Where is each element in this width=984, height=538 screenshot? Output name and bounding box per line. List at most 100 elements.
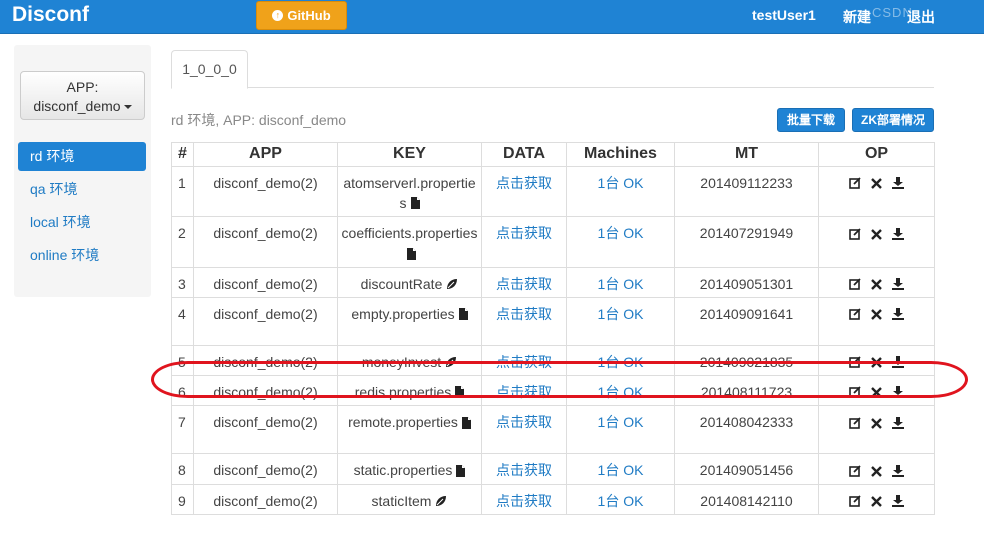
delete-icon[interactable] [871,174,882,194]
row-machines-cell: 1台 OK [566,165,675,218]
download-icon[interactable] [892,305,904,325]
arrow-up-circle-icon: ↑ [272,10,284,21]
delete-icon[interactable] [871,383,882,403]
github-button[interactable]: ↑ GitHub [256,1,347,30]
current-user[interactable]: testUser1 [752,7,816,23]
row-op-cell [818,216,935,268]
machines-link[interactable]: 1台 OK [598,354,644,370]
row-mt: 201409051456 [674,453,819,485]
fetch-data-link[interactable]: 点击获取 [496,493,552,509]
env-item-local[interactable]: local 环境 [18,208,146,237]
row-number: 4 [171,296,194,346]
fetch-data-link[interactable]: 点击获取 [496,175,552,191]
machines-link[interactable]: 1台 OK [598,384,644,400]
delete-icon[interactable] [871,353,882,373]
machines-link[interactable]: 1台 OK [598,414,644,430]
row-mt: 201408042333 [674,405,819,455]
row-number: 1 [171,165,194,218]
fetch-data-link[interactable]: 点击获取 [496,384,552,400]
edit-icon[interactable] [849,305,861,325]
table-header-row: # APP KEY DATA Machines MT OP [171,142,935,167]
table-row: 7 disconf_demo(2) remote.properties 点击获取 1台 … [171,405,935,455]
delete-icon[interactable] [871,305,882,325]
row-machines-cell: 1台 OK [566,296,675,346]
delete-icon[interactable] [871,225,882,245]
file-icon [458,305,468,325]
row-data-cell: 点击获取 [481,453,567,485]
brand-logo[interactable]: Disconf [12,3,89,27]
machines-link[interactable]: 1台 OK [598,276,644,292]
leaf-icon [445,353,457,373]
env-item-rd[interactable]: rd 环境 [18,142,146,171]
row-data-cell: 点击获取 [481,483,567,516]
row-key: discountRate [360,275,443,292]
machines-link[interactable]: 1台 OK [598,306,644,322]
edit-icon[interactable] [849,414,861,434]
row-op-cell [818,483,935,516]
github-label: GitHub [287,8,331,23]
env-item-qa[interactable]: qa 环境 [18,175,146,204]
delete-icon[interactable] [871,275,882,295]
app-dropdown[interactable]: APP: disconf_demo [20,71,145,120]
fetch-data-link[interactable]: 点击获取 [496,462,552,478]
row-key-cell: empty.properties [337,296,482,346]
row-key: coefficients.properties [341,225,478,242]
download-icon[interactable] [892,225,904,245]
edit-icon[interactable] [849,383,861,403]
row-number: 6 [171,375,194,407]
app-dropdown-label: APP: [66,79,99,95]
row-data-cell: 点击获取 [481,296,567,346]
download-icon[interactable] [892,462,904,482]
env-item-online[interactable]: online 环境 [18,241,146,270]
new-link[interactable]: 新建 [843,7,871,27]
file-icon [456,462,466,482]
table-row: 4 disconf_demo(2) empty.properties 点击获取 1台 O… [171,296,935,346]
download-icon[interactable] [892,275,904,295]
machines-link[interactable]: 1台 OK [598,175,644,191]
edit-icon[interactable] [849,462,861,482]
row-key-cell: coefficients.properties [337,216,482,268]
fetch-data-link[interactable]: 点击获取 [496,225,552,241]
edit-icon[interactable] [849,492,861,512]
row-number: 8 [171,453,194,485]
delete-icon[interactable] [871,492,882,512]
fetch-data-link[interactable]: 点击获取 [496,354,552,370]
download-icon[interactable] [892,353,904,373]
row-data-cell: 点击获取 [481,375,567,407]
fetch-data-link[interactable]: 点击获取 [496,414,552,430]
machines-link[interactable]: 1台 OK [598,493,644,509]
edit-icon[interactable] [849,275,861,295]
download-icon[interactable] [892,383,904,403]
zk-status-button[interactable]: ZK部署情况 [852,108,934,132]
row-key-cell: staticItem [337,483,482,516]
download-icon[interactable] [892,414,904,434]
delete-icon[interactable] [871,462,882,482]
edit-icon[interactable] [849,225,861,245]
row-app: disconf_demo(2) [193,296,338,346]
row-machines-cell: 1台 OK [566,216,675,268]
row-mt: 201408142110 [674,483,819,516]
row-key-cell: atomserverl.properties [337,165,482,218]
download-icon[interactable] [892,492,904,512]
edit-icon[interactable] [849,174,861,194]
row-op-cell [818,344,935,377]
col-header-num: # [171,142,194,167]
row-machines-cell: 1台 OK [566,375,675,407]
fetch-data-link[interactable]: 点击获取 [496,276,552,292]
batch-download-button[interactable]: 批量下载 [777,108,845,132]
env-list: rd 环境 qa 环境 local 环境 online 环境 [18,142,146,274]
tab-version[interactable]: 1_0_0_0 [171,50,248,89]
machines-link[interactable]: 1台 OK [598,225,644,241]
row-key: empty.properties [351,305,455,322]
row-machines-cell: 1台 OK [566,405,675,455]
fetch-data-link[interactable]: 点击获取 [496,306,552,322]
row-mt: 201408111723 [674,375,819,407]
row-key: static.properties [353,462,453,479]
download-icon[interactable] [892,174,904,194]
machines-link[interactable]: 1台 OK [598,462,644,478]
col-header-op: OP [818,142,935,167]
row-app: disconf_demo(2) [193,266,338,298]
edit-icon[interactable] [849,353,861,373]
delete-icon[interactable] [871,414,882,434]
row-op-cell [818,296,935,346]
